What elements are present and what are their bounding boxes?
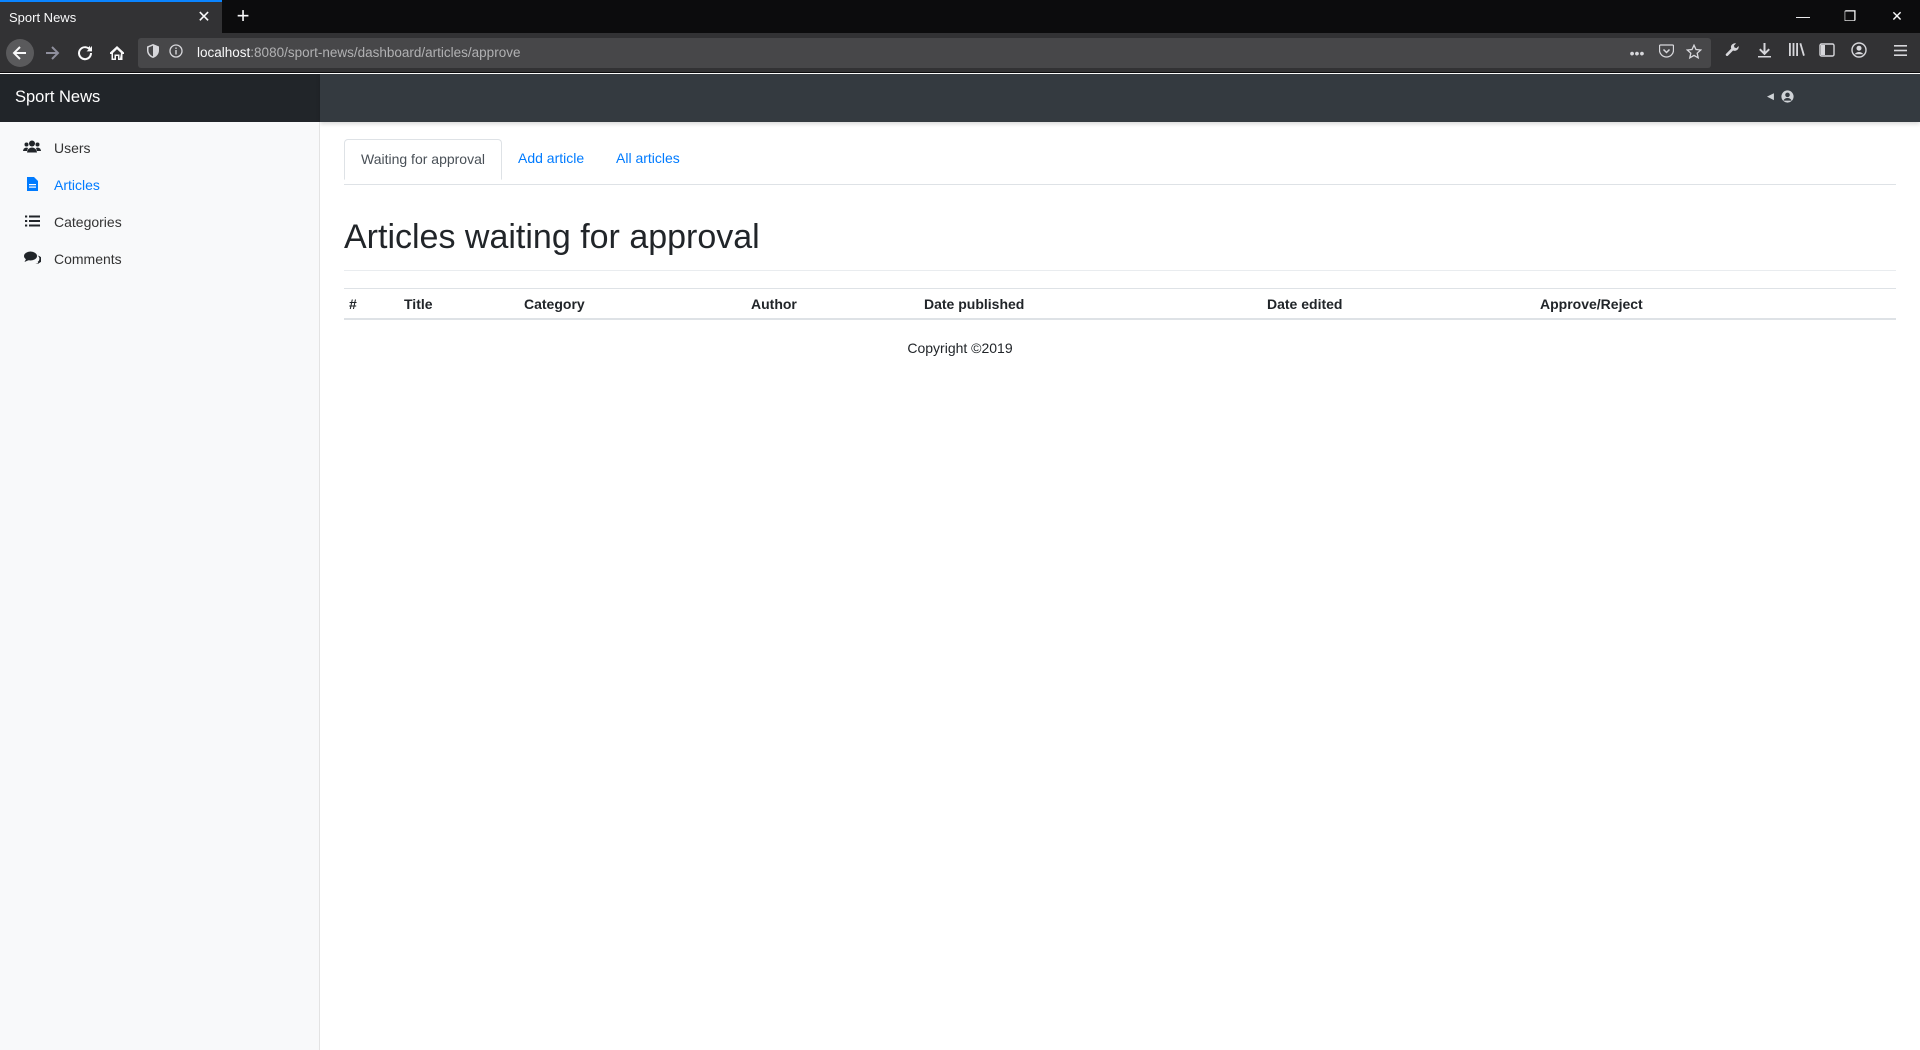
users-icon <box>22 140 42 156</box>
copyright-footer: Copyright ©2019 <box>907 340 1013 356</box>
browser-tab-title: Sport News <box>9 10 77 25</box>
divider <box>344 270 1896 271</box>
app-brand[interactable]: Sport News <box>0 74 320 122</box>
column-header-category: Category <box>524 296 585 312</box>
sidebar-item-label: Categories <box>54 214 122 230</box>
caret-left-icon: ◀ <box>1767 91 1774 101</box>
hamburger-menu-icon[interactable] <box>1889 42 1911 64</box>
sidebar-item-articles[interactable]: Articles <box>22 173 100 197</box>
download-icon[interactable] <box>1753 42 1775 64</box>
close-window-button[interactable]: ✕ <box>1874 0 1920 33</box>
more-actions-icon[interactable]: ••• <box>1627 44 1647 62</box>
minimize-window-button[interactable]: — <box>1780 0 1826 33</box>
tab-all-articles[interactable]: All articles <box>600 139 696 180</box>
sidebar-item-comments[interactable]: Comments <box>22 247 122 271</box>
bookmark-star-icon[interactable] <box>1684 43 1704 62</box>
browser-tab-bar: Sport News ✕ + — ❐ ✕ <box>0 0 1920 33</box>
column-header-approve-reject: Approve/Reject <box>1540 296 1643 312</box>
file-icon <box>22 176 42 194</box>
sidebar-icon[interactable] <box>1816 42 1838 64</box>
sidebar-item-categories[interactable]: Categories <box>22 210 122 234</box>
site-info-icon[interactable] <box>167 44 185 62</box>
column-header-title: Title <box>404 296 433 312</box>
account-icon[interactable] <box>1848 42 1870 64</box>
sidebar-item-label: Users <box>54 140 91 156</box>
sidebar-item-label: Comments <box>54 251 122 267</box>
column-header-date-published: Date published <box>924 296 1025 312</box>
sidebar: Users Articles Categories Comments <box>0 122 320 1050</box>
reload-icon[interactable] <box>71 39 99 67</box>
browser-tab[interactable]: Sport News ✕ <box>0 0 222 33</box>
tab-waiting-for-approval[interactable]: Waiting for approval <box>344 139 502 180</box>
app-topbar: ◀ <box>320 74 1920 122</box>
list-icon <box>22 215 42 230</box>
url-text: localhost:8080/sport-news/dashboard/arti… <box>197 45 520 60</box>
new-tab-button[interactable]: + <box>231 4 255 28</box>
wrench-icon[interactable] <box>1721 42 1743 64</box>
browser-nav-bar: localhost:8080/sport-news/dashboard/arti… <box>0 33 1920 73</box>
column-header-number: # <box>349 296 357 312</box>
forward-arrow-icon[interactable] <box>38 39 66 67</box>
back-arrow-icon[interactable] <box>6 39 34 67</box>
url-path: :8080/sport-news/dashboard/articles/appr… <box>250 45 521 60</box>
article-tabs: Waiting for approval Add article All art… <box>344 139 1896 185</box>
tab-add-article[interactable]: Add article <box>502 139 600 180</box>
user-menu-toggle[interactable]: ◀ <box>1767 89 1794 104</box>
user-circle-icon <box>1780 90 1794 103</box>
url-host: localhost <box>197 45 251 60</box>
articles-table-header: # Title Category Author Date published D… <box>344 288 1896 320</box>
sidebar-item-users[interactable]: Users <box>22 136 91 160</box>
column-header-date-edited: Date edited <box>1267 296 1343 312</box>
restore-window-button[interactable]: ❐ <box>1827 0 1873 33</box>
comments-icon <box>22 251 42 267</box>
address-bar[interactable]: localhost:8080/sport-news/dashboard/arti… <box>138 38 1711 68</box>
tracking-protection-icon[interactable] <box>144 44 162 62</box>
library-icon[interactable] <box>1785 42 1807 64</box>
home-icon[interactable] <box>103 39 131 67</box>
page-title: Articles waiting for approval <box>344 218 760 256</box>
sidebar-item-label: Articles <box>54 177 100 193</box>
close-tab-icon[interactable]: ✕ <box>194 8 214 28</box>
pocket-icon[interactable] <box>1656 44 1676 62</box>
column-header-author: Author <box>751 296 797 312</box>
